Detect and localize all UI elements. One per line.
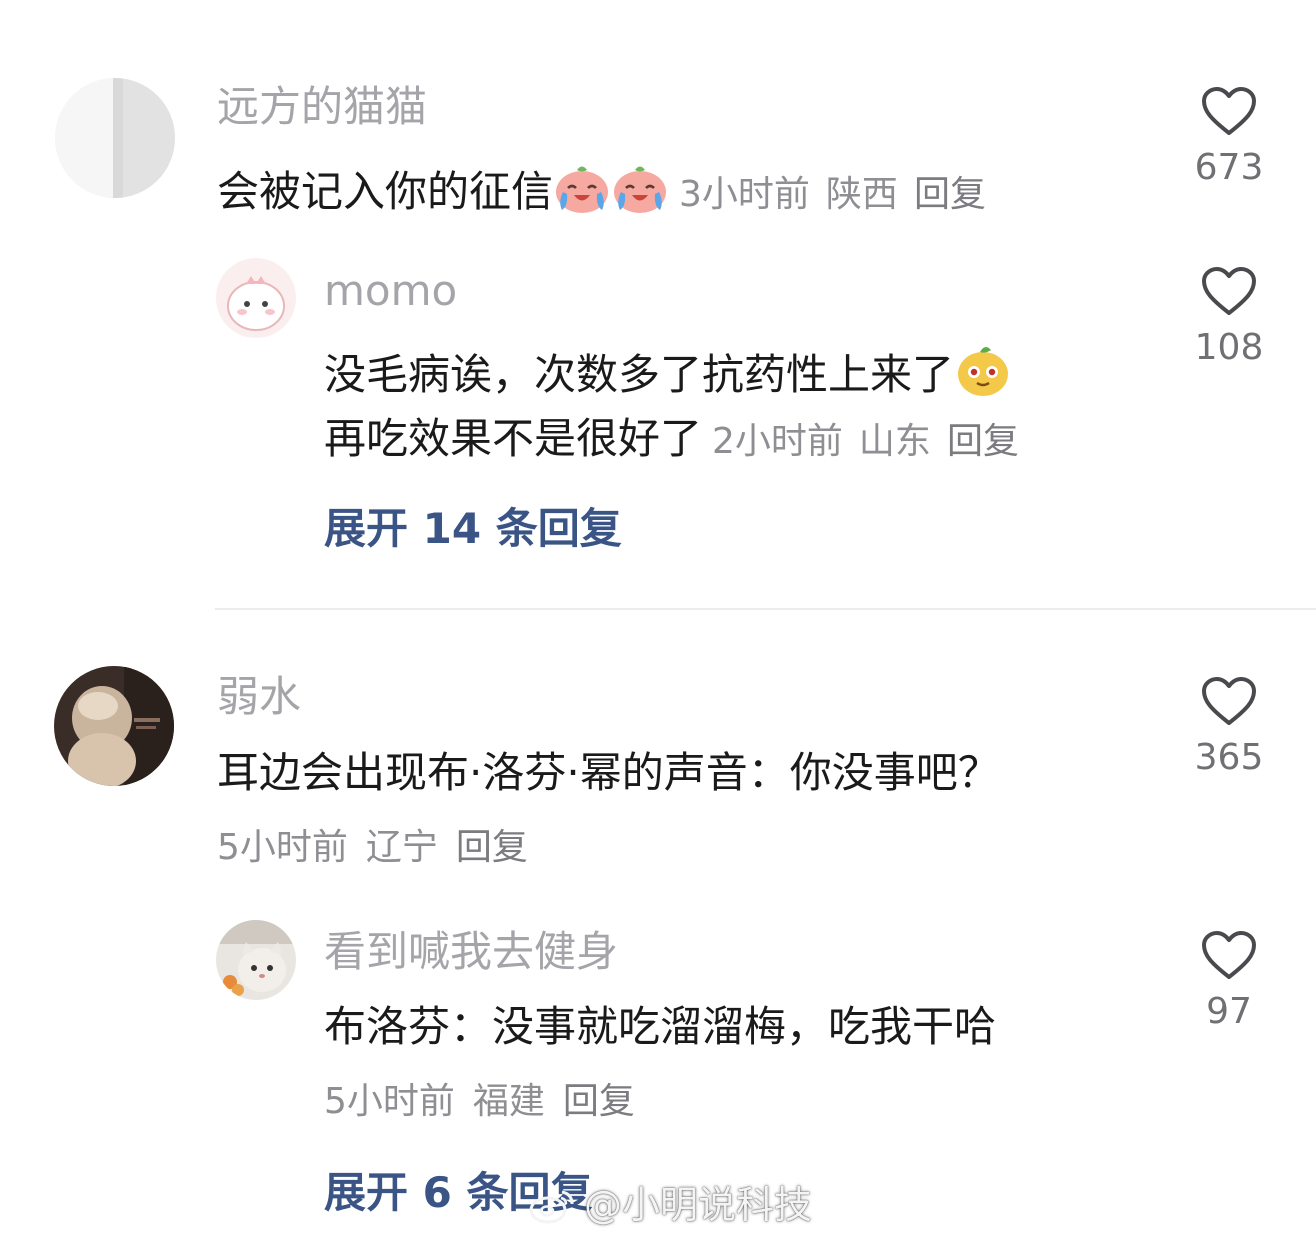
like-button[interactable]: 97 [1169,930,1289,1030]
reply-button[interactable]: 回复 [914,174,986,215]
divider [215,608,1316,610]
username[interactable]: 远方的猫猫 [217,86,427,128]
comment-text: 耳边会出现布·洛芬·幂的声音：你没事吧？ [217,748,1000,797]
comment-text-content: 再吃效果不是很好了 [324,414,703,463]
like-button[interactable]: 673 [1169,86,1289,186]
username[interactable]: momo [324,270,457,312]
comment-text: 布洛芬：没事就吃溜溜梅，吃我干哈 [324,1002,997,1051]
comment-time: 5小时前 [324,1081,455,1122]
heart-icon [1202,931,1256,979]
comment-time: 3小时前 [679,174,810,215]
like-count: 673 [1194,147,1264,188]
like-button[interactable]: 365 [1169,676,1289,776]
comment-meta: 3小时前 陕西 回复 [679,174,986,215]
comment-location: 陕西 [825,174,898,215]
like-count: 97 [1206,991,1252,1032]
heart-icon [1202,267,1256,315]
weibo-logo-icon [528,1183,576,1227]
reply-button[interactable]: 回复 [947,421,1019,462]
like-count: 365 [1194,737,1264,778]
expand-replies-button[interactable]: 展开 14 条回复 [324,508,622,550]
comment-time: 5小时前 [217,827,348,868]
avatar[interactable] [55,78,175,198]
comment-time: 2小时前 [712,421,843,462]
yellow-pear-emoji [954,341,1012,404]
comment-meta: 5小时前 辽宁 回复 [217,830,528,866]
comment-meta: 2小时前 山东 回复 [712,421,1019,462]
like-button[interactable]: 108 [1169,266,1289,366]
reply-button[interactable]: 回复 [456,827,528,868]
username[interactable]: 看到喊我去健身 [324,931,618,973]
comment-location: 辽宁 [365,827,438,868]
reply-button[interactable]: 回复 [563,1081,635,1122]
comment-text: 没毛病诶，次数多了抗药性上来了 [324,341,1012,404]
crying-peach-emoji [553,162,611,221]
like-count: 108 [1194,327,1264,368]
comment-meta: 5小时前 福建 回复 [324,1084,635,1120]
comment-location: 福建 [472,1081,545,1122]
avatar[interactable] [54,666,174,786]
comment-text-content: 没毛病诶，次数多了抗药性上来了 [324,350,955,399]
watermark-text: @小明说科技 [584,1183,813,1227]
comment-text-content: 会被记入你的征信 [217,167,554,216]
heart-icon [1202,87,1256,135]
crying-peach-emoji [611,162,669,221]
comment-text-line2: 再吃效果不是很好了 2小时前 山东 回复 [324,418,1019,460]
comment-text: 会被记入你的征信 3小时前 陕西 回复 [217,162,986,221]
avatar[interactable] [216,258,296,338]
comment-location: 山东 [858,421,931,462]
avatar[interactable] [216,920,296,1000]
watermark: @小明说科技 [528,1186,812,1224]
username[interactable]: 弱水 [217,676,301,718]
heart-icon [1202,677,1256,725]
